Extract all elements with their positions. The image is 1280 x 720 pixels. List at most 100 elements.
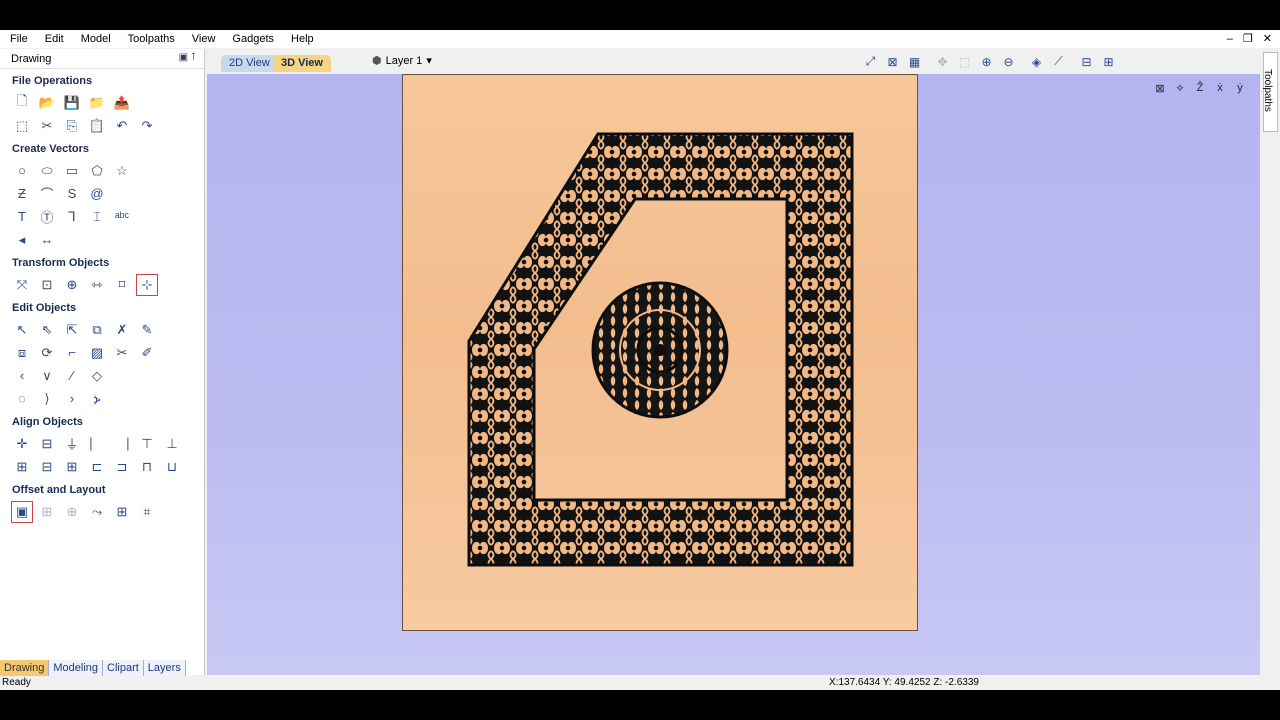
tab-drawing[interactable]: Drawing bbox=[0, 660, 50, 676]
align-center-icon[interactable]: ✛ bbox=[12, 434, 32, 454]
pin-icon[interactable]: ▣ ⊺ bbox=[179, 52, 196, 63]
dimension-text-icon[interactable]: ⌶ bbox=[87, 207, 107, 227]
draw-freehand-icon[interactable]: ◂ bbox=[12, 230, 32, 250]
render-icon[interactable]: ◈ bbox=[1027, 52, 1046, 71]
align-vcenter-icon[interactable]: ⏚ bbox=[62, 434, 82, 454]
size-b-icon[interactable]: ⊔ bbox=[162, 457, 182, 477]
view-extents-icon[interactable]: ⊠ bbox=[1152, 80, 1168, 96]
circle-icon[interactable]: ○ bbox=[12, 161, 32, 181]
3d-viewport[interactable]: ⊠ ⟡ Ẑẋ ẏ bbox=[207, 74, 1260, 675]
text-on-curve-icon[interactable]: Ꞁ bbox=[62, 207, 82, 227]
tab-modeling[interactable]: Modeling bbox=[49, 660, 103, 676]
open-folder-icon[interactable]: 📂 bbox=[37, 93, 57, 113]
copy-icon[interactable]: ⎘ bbox=[62, 116, 82, 136]
ungroup-icon[interactable]: ✗ bbox=[112, 320, 132, 340]
spiral-s-icon[interactable]: S bbox=[62, 184, 82, 204]
align-right-icon[interactable]: ⎹ bbox=[112, 434, 132, 454]
curve-fit-icon[interactable]: ⦔ bbox=[87, 389, 107, 409]
offset-edit-icon[interactable]: ▨ bbox=[87, 343, 107, 363]
mirror-icon[interactable]: ⇿ bbox=[87, 275, 107, 295]
cut-icon[interactable]: ✂ bbox=[37, 116, 57, 136]
align-bottom-icon[interactable]: ⊥ bbox=[162, 434, 182, 454]
nest-icon[interactable]: ⊞ bbox=[112, 502, 132, 522]
fillet-icon[interactable]: ⌐ bbox=[62, 343, 82, 363]
align-left-icon[interactable]: ⎸ bbox=[87, 434, 107, 454]
dimension-icon[interactable]: ↔ bbox=[37, 230, 57, 250]
zoom-material-icon[interactable]: ⊠ bbox=[883, 52, 902, 71]
close-icon[interactable]: ✕ bbox=[1263, 30, 1272, 48]
node-edit-icon[interactable]: ⇖ bbox=[37, 320, 57, 340]
circular-array-icon[interactable]: ⊕ bbox=[62, 502, 82, 522]
align-hcenter-icon[interactable]: ⊟ bbox=[37, 434, 57, 454]
redo-icon[interactable]: ↷ bbox=[137, 116, 157, 136]
tab-2d-view[interactable]: 2D View bbox=[221, 55, 278, 72]
move-icon[interactable]: ⤧ bbox=[12, 275, 32, 295]
spiral-icon[interactable]: @ bbox=[87, 184, 107, 204]
space-vert-icon[interactable]: ⊞ bbox=[62, 457, 82, 477]
trim-icon[interactable]: ⟳ bbox=[37, 343, 57, 363]
close-vector-icon[interactable]: ◌ bbox=[12, 389, 32, 409]
text-icon[interactable]: T bbox=[12, 207, 32, 227]
export-folder-icon[interactable]: 📤 bbox=[112, 93, 132, 113]
tab-3d-view[interactable]: 3D View bbox=[273, 55, 331, 72]
scissors-icon[interactable]: ✂ bbox=[112, 343, 132, 363]
minimize-icon[interactable]: – bbox=[1227, 30, 1233, 48]
arc-icon[interactable]: ⌒ bbox=[37, 184, 57, 204]
restore-icon[interactable]: ❐ bbox=[1243, 30, 1253, 48]
offset-icon[interactable]: ▣ bbox=[11, 500, 33, 523]
extend-icon[interactable]: › bbox=[62, 389, 82, 409]
copy-along-icon[interactable]: ⤳ bbox=[87, 502, 107, 522]
split-vertical-icon[interactable]: ⊞ bbox=[1099, 52, 1118, 71]
zoom-extents-icon[interactable]: ⤢ bbox=[861, 52, 880, 71]
diamond-nodes-icon[interactable]: ◇ bbox=[87, 366, 107, 386]
distort-icon[interactable]: ⌑ bbox=[112, 275, 132, 295]
size-a-icon[interactable]: ⊓ bbox=[137, 457, 157, 477]
rotate-icon[interactable]: ⊕ bbox=[62, 275, 82, 295]
z-view-icon[interactable]: Ẑ bbox=[1192, 80, 1208, 96]
y-view-icon[interactable]: ẏ bbox=[1232, 80, 1248, 96]
toolpaths-panel-tab[interactable]: Toolpaths bbox=[1262, 52, 1278, 132]
iso-view-icon[interactable]: ⟡ bbox=[1172, 80, 1188, 96]
new-file-icon[interactable]: 🗋 bbox=[12, 93, 32, 113]
paste-icon[interactable]: 📋 bbox=[87, 116, 107, 136]
save-icon[interactable]: 💾 bbox=[62, 93, 82, 113]
v-node-icon[interactable]: ∨ bbox=[37, 366, 57, 386]
ellipse-icon[interactable]: ⬭ bbox=[37, 161, 57, 181]
array-icon[interactable]: ⊞ bbox=[37, 502, 57, 522]
menu-toolpaths[interactable]: Toolpaths bbox=[118, 30, 182, 48]
select-all-icon[interactable]: ⬚ bbox=[12, 116, 32, 136]
import-folder-icon[interactable]: 📁 bbox=[87, 93, 107, 113]
smart-icon[interactable]: ✐ bbox=[137, 343, 157, 363]
menu-view[interactable]: View bbox=[182, 30, 223, 48]
space-both-icon[interactable]: ⊞ bbox=[12, 457, 32, 477]
scale-icon[interactable]: ⊡ bbox=[37, 275, 57, 295]
undo-icon[interactable]: ↶ bbox=[112, 116, 132, 136]
select-pointer-icon[interactable]: ↖ bbox=[12, 320, 32, 340]
transform-mode-icon[interactable]: ⇱ bbox=[62, 320, 82, 340]
toolpath-preview-icon[interactable]: ⟋ bbox=[1049, 52, 1068, 71]
set-origin-icon[interactable]: ⊹ bbox=[136, 273, 158, 296]
x-view-icon[interactable]: ẋ bbox=[1212, 80, 1228, 96]
text-block-icon[interactable]: Ⓣ bbox=[37, 207, 57, 227]
group-icon[interactable]: ⧉ bbox=[87, 320, 107, 340]
weld-icon[interactable]: ⧈ bbox=[12, 343, 32, 363]
pan-icon[interactable]: ✥ bbox=[933, 52, 952, 71]
grid-icon[interactable]: ▦ bbox=[905, 52, 924, 71]
menu-model[interactable]: Model bbox=[71, 30, 118, 48]
join-icon[interactable]: ⟩ bbox=[37, 389, 57, 409]
menu-file[interactable]: File bbox=[0, 30, 35, 48]
menu-help[interactable]: Help bbox=[281, 30, 321, 48]
align-top-icon[interactable]: ⊤ bbox=[137, 434, 157, 454]
tab-clipart[interactable]: Clipart bbox=[103, 660, 144, 676]
polygon-icon[interactable]: ⬠ bbox=[87, 161, 107, 181]
space-horiz-icon[interactable]: ⊟ bbox=[37, 457, 57, 477]
zoom-out-icon[interactable]: ⊖ bbox=[999, 52, 1018, 71]
star-icon[interactable]: ☆ bbox=[112, 161, 132, 181]
zoom-box-icon[interactable]: ⬚ bbox=[955, 52, 974, 71]
line-icon[interactable]: ∕ bbox=[62, 366, 82, 386]
measure-icon[interactable]: ✎ bbox=[137, 320, 157, 340]
curve-left-icon[interactable]: ‹ bbox=[12, 366, 32, 386]
rectangle-icon[interactable]: ▭ bbox=[62, 161, 82, 181]
menu-gadgets[interactable]: Gadgets bbox=[222, 30, 281, 48]
size-width-icon[interactable]: ⊏ bbox=[87, 457, 107, 477]
